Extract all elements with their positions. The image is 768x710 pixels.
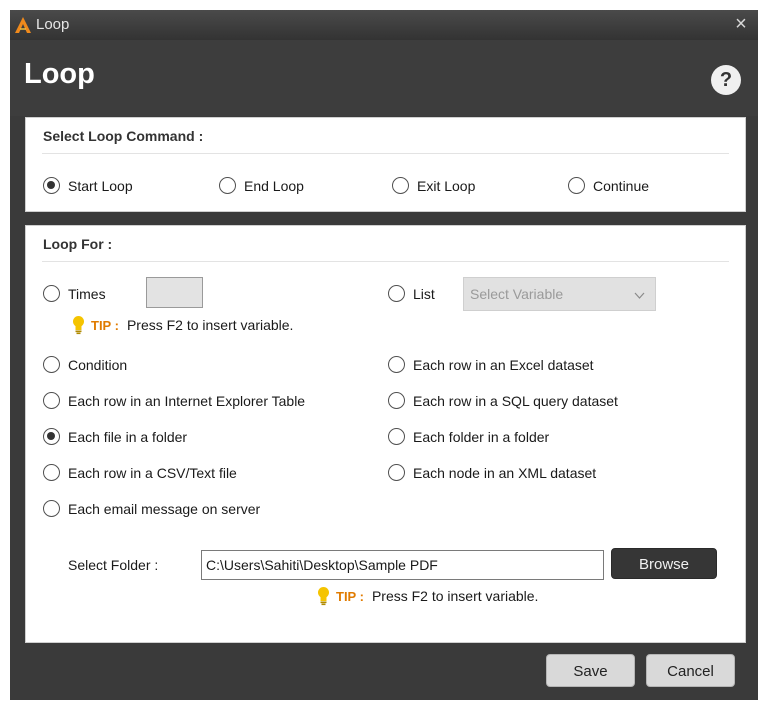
radio-end-loop[interactable]: End Loop (219, 177, 304, 194)
radio-ie-table-row-label: Each row in an Internet Explorer Table (68, 392, 306, 409)
help-icon[interactable]: ? (711, 65, 741, 95)
divider (42, 261, 729, 262)
loop-dialog: Loop × Loop ? Select Loop Command : Star… (10, 10, 758, 700)
radio-folder-in-folder-circle[interactable] (388, 428, 405, 445)
radio-times-circle[interactable] (43, 285, 60, 302)
radio-xml-node-circle[interactable] (388, 464, 405, 481)
radio-start-loop-label: Start Loop (68, 177, 133, 194)
radio-excel-row-circle[interactable] (388, 356, 405, 373)
radio-email-message-circle[interactable] (43, 500, 60, 517)
tip-label: TIP : (336, 588, 364, 604)
radio-ie-table-row[interactable]: Each row in an Internet Explorer Table (43, 392, 305, 409)
radio-excel-row-label: Each row in an Excel dataset (413, 356, 594, 373)
radio-continue[interactable]: Continue (568, 177, 649, 194)
radio-email-message-label: Each email message on server (68, 500, 261, 517)
radio-xml-node[interactable]: Each node in an XML dataset (388, 464, 596, 481)
folder-path-input[interactable] (201, 550, 604, 580)
divider (42, 153, 729, 154)
tip-times: TIP : Press F2 to insert variable. (72, 315, 293, 335)
radio-file-in-folder-label: Each file in a folder (68, 428, 188, 445)
page-title: Loop (24, 58, 95, 90)
times-input[interactable] (146, 277, 203, 308)
loop-command-panel: Select Loop Command : Start Loop End Loo… (25, 117, 746, 212)
lightbulb-icon (72, 315, 85, 335)
cancel-button[interactable]: Cancel (646, 654, 735, 687)
select-folder-label: Select Folder : (68, 557, 159, 573)
window-title: Loop (36, 16, 70, 33)
radio-sql-row-circle[interactable] (388, 392, 405, 409)
radio-excel-row[interactable]: Each row in an Excel dataset (388, 356, 594, 373)
radio-list-circle[interactable] (388, 285, 405, 302)
radio-file-in-folder-circle[interactable] (43, 428, 60, 445)
radio-times-label: Times (68, 285, 106, 302)
radio-ie-table-row-circle[interactable] (43, 392, 60, 409)
loop-command-title: Select Loop Command : (43, 128, 204, 144)
tip-text: Press F2 to insert variable. (371, 588, 539, 604)
radio-condition[interactable]: Condition (43, 356, 127, 373)
list-variable-select-value: Select Variable (470, 286, 564, 302)
radio-csv-row[interactable]: Each row in a CSV/Text file (43, 464, 237, 481)
radio-continue-circle[interactable] (568, 177, 585, 194)
radio-list-label: List (413, 285, 435, 302)
tip-label: TIP : (91, 317, 119, 333)
radio-exit-loop-label: Exit Loop (417, 177, 476, 194)
radio-folder-in-folder[interactable]: Each folder in a folder (388, 428, 549, 445)
radio-start-loop[interactable]: Start Loop (43, 177, 133, 194)
dialog-header: Loop ? (10, 40, 758, 116)
radio-condition-circle[interactable] (43, 356, 60, 373)
radio-csv-row-circle[interactable] (43, 464, 60, 481)
browse-button[interactable]: Browse (611, 548, 717, 579)
title-bar[interactable]: Loop × (10, 10, 758, 40)
radio-csv-row-label: Each row in a CSV/Text file (68, 464, 237, 481)
save-button[interactable]: Save (546, 654, 635, 687)
chevron-down-icon (634, 288, 645, 299)
radio-times[interactable]: Times (43, 285, 106, 302)
radio-start-loop-circle[interactable] (43, 177, 60, 194)
lightbulb-icon (317, 586, 330, 606)
app-logo-icon (14, 16, 32, 34)
tip-text: Press F2 to insert variable. (126, 317, 294, 333)
loop-for-panel: Loop For : Times List Select Variable TI… (25, 225, 746, 643)
radio-sql-row[interactable]: Each row in a SQL query dataset (388, 392, 618, 409)
list-variable-select[interactable]: Select Variable (463, 277, 656, 311)
radio-file-in-folder[interactable]: Each file in a folder (43, 428, 187, 445)
radio-condition-label: Condition (68, 356, 128, 373)
radio-end-loop-label: End Loop (244, 177, 304, 194)
radio-exit-loop-circle[interactable] (392, 177, 409, 194)
radio-folder-in-folder-label: Each folder in a folder (413, 428, 550, 445)
radio-list[interactable]: List (388, 285, 435, 302)
radio-end-loop-circle[interactable] (219, 177, 236, 194)
close-icon[interactable]: × (730, 12, 752, 36)
radio-sql-row-label: Each row in a SQL query dataset (413, 392, 618, 409)
radio-continue-label: Continue (593, 177, 650, 194)
tip-folder: TIP : Press F2 to insert variable. (317, 586, 538, 606)
loop-for-title: Loop For : (43, 236, 113, 252)
radio-xml-node-label: Each node in an XML dataset (413, 464, 597, 481)
radio-exit-loop[interactable]: Exit Loop (392, 177, 475, 194)
radio-email-message[interactable]: Each email message on server (43, 500, 260, 517)
